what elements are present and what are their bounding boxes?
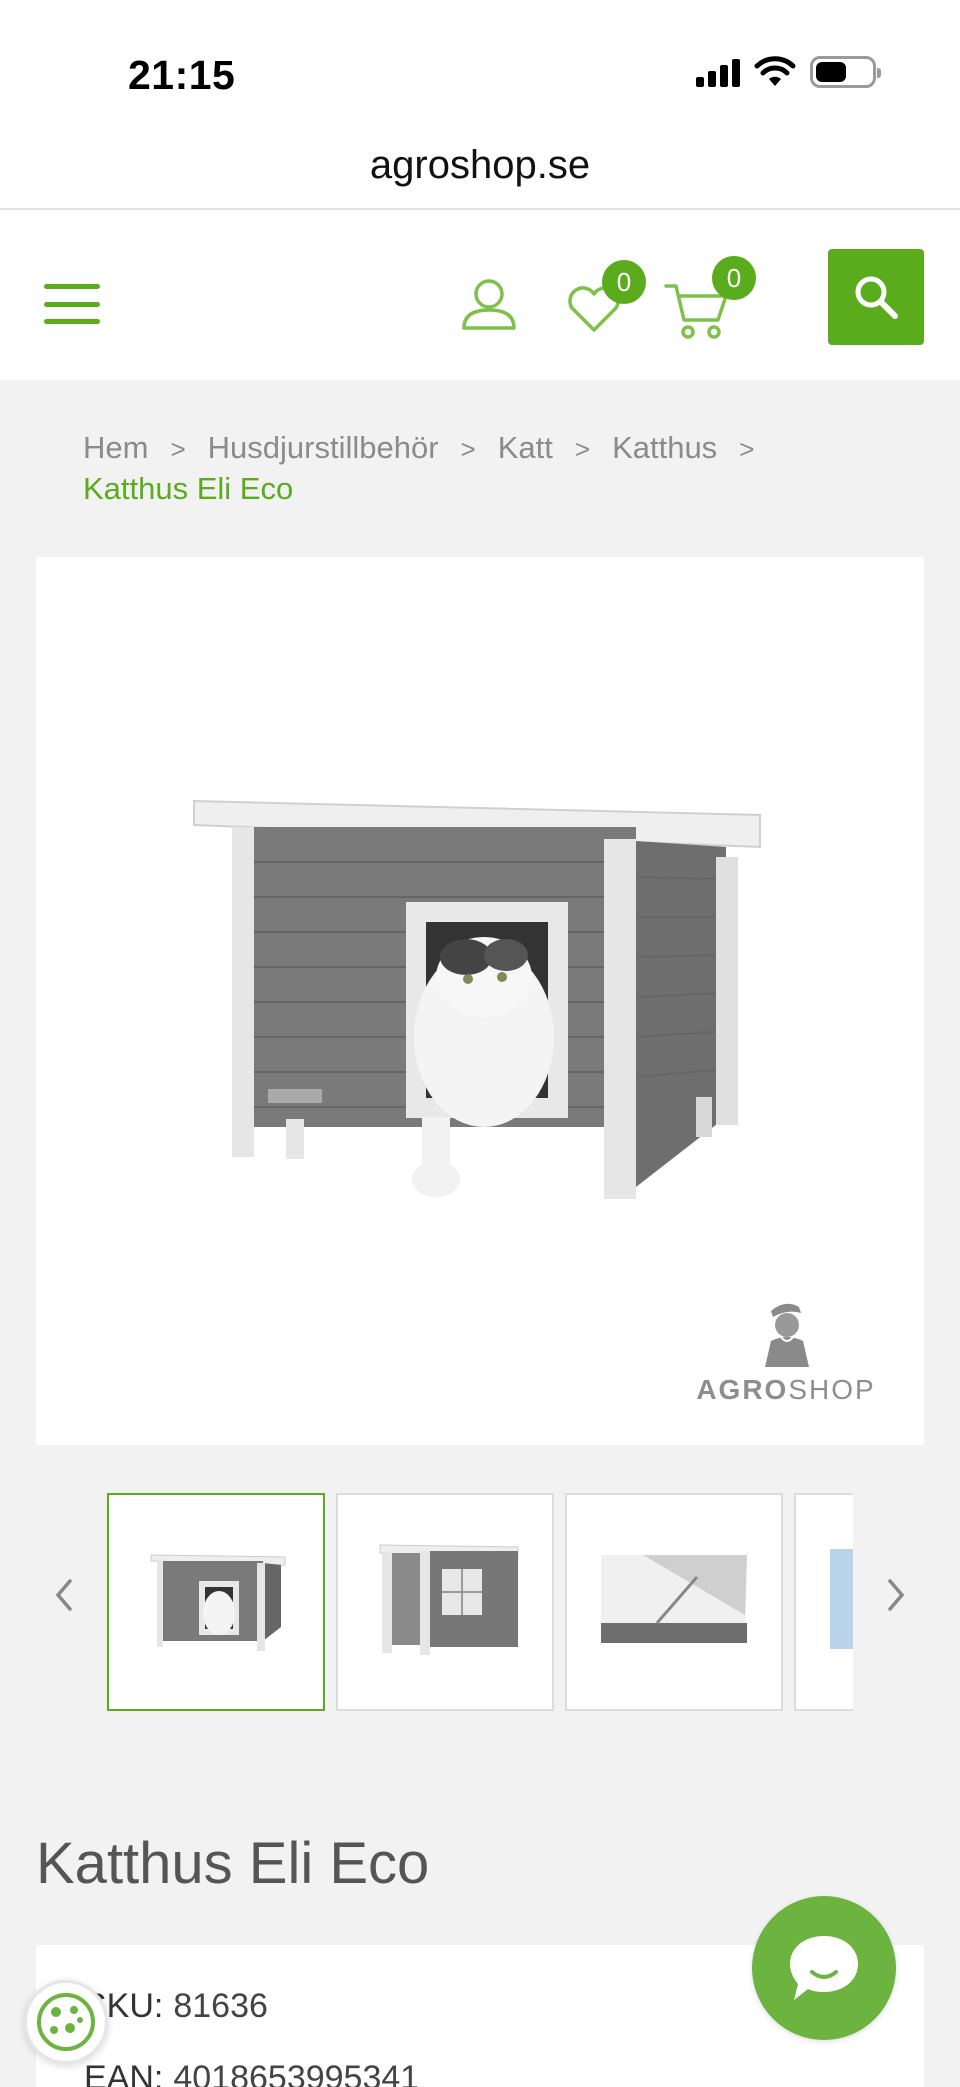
thumbnail-image-open-roof — [601, 1555, 747, 1643]
watermark-text-agro: AGRO — [696, 1374, 789, 1405]
ean-value: 4018653995341 — [173, 2059, 420, 2087]
battery-icon — [810, 56, 881, 88]
thumbnail-image-front — [150, 1554, 286, 1651]
url-text: agroshop.se — [369, 143, 591, 187]
wifi-icon — [754, 56, 796, 86]
signal-icon — [696, 57, 740, 87]
search-button[interactable] — [828, 249, 924, 345]
chat-button[interactable] — [752, 1896, 896, 2040]
cart-button[interactable]: 0 — [664, 256, 760, 340]
cart-count-badge: 0 — [712, 256, 756, 300]
farmer-logo-icon — [765, 1303, 809, 1367]
thumbnail-image-side — [379, 1544, 519, 1655]
thumbnail-4[interactable] — [794, 1493, 853, 1711]
site-header: 0 0 — [0, 210, 960, 380]
ean-label: EAN: — [84, 2059, 164, 2087]
spec-sku: SKU: 81636 — [84, 1987, 268, 2026]
product-title: Katthus Eli Eco — [36, 1831, 430, 1896]
breadcrumb-katt[interactable]: Katt — [498, 430, 553, 465]
chat-icon — [790, 1936, 858, 2000]
thumbnail-image-outdoor — [830, 1549, 853, 1649]
chevron-right-icon — [888, 1579, 905, 1611]
account-icon[interactable] — [460, 276, 518, 332]
thumbnail-strip — [107, 1493, 853, 1713]
product-main-image[interactable]: AGROSHOP — [36, 557, 924, 1445]
thumbnail-3[interactable] — [565, 1493, 783, 1711]
thumbnail-next-button[interactable] — [876, 1570, 916, 1620]
wishlist-count-badge: 0 — [602, 260, 646, 304]
spec-ean: EAN: 4018653995341 — [84, 2059, 419, 2087]
breadcrumb-separator: > — [739, 434, 755, 464]
sku-value: 81636 — [173, 1987, 268, 2025]
chevron-left-icon — [55, 1579, 72, 1611]
wishlist-button[interactable]: 0 — [566, 260, 646, 340]
search-icon — [855, 276, 898, 319]
status-bar: 21:15 — [0, 0, 960, 140]
cookie-settings-button[interactable] — [24, 1980, 108, 2064]
breadcrumb-separator: > — [460, 434, 476, 464]
status-icons — [696, 56, 881, 88]
agroshop-watermark: AGROSHOP — [696, 1297, 876, 1406]
breadcrumb-separator: > — [574, 434, 591, 464]
breadcrumb-separator: > — [170, 434, 186, 464]
breadcrumb: Hem > Husdjurstillbehör > Katt > Katthus > Katt… — [83, 428, 903, 509]
watermark-text-shop: SHOP — [788, 1374, 876, 1405]
cookie-icon — [37, 1993, 95, 2051]
thumbnail-2[interactable] — [336, 1493, 554, 1711]
breadcrumb-katthus[interactable]: Katthus — [612, 430, 717, 465]
thumbnail-prev-button[interactable] — [44, 1570, 84, 1620]
breadcrumb-home[interactable]: Hem — [83, 430, 148, 465]
status-time: 21:15 — [128, 52, 236, 98]
breadcrumb-husdjurstillbehor[interactable]: Husdjurstillbehör — [208, 430, 439, 465]
menu-button[interactable] — [44, 284, 100, 324]
address-bar[interactable]: agroshop.se — [0, 140, 960, 210]
breadcrumb-current: Katthus Eli Eco — [83, 471, 294, 506]
thumbnail-1[interactable] — [107, 1493, 325, 1711]
